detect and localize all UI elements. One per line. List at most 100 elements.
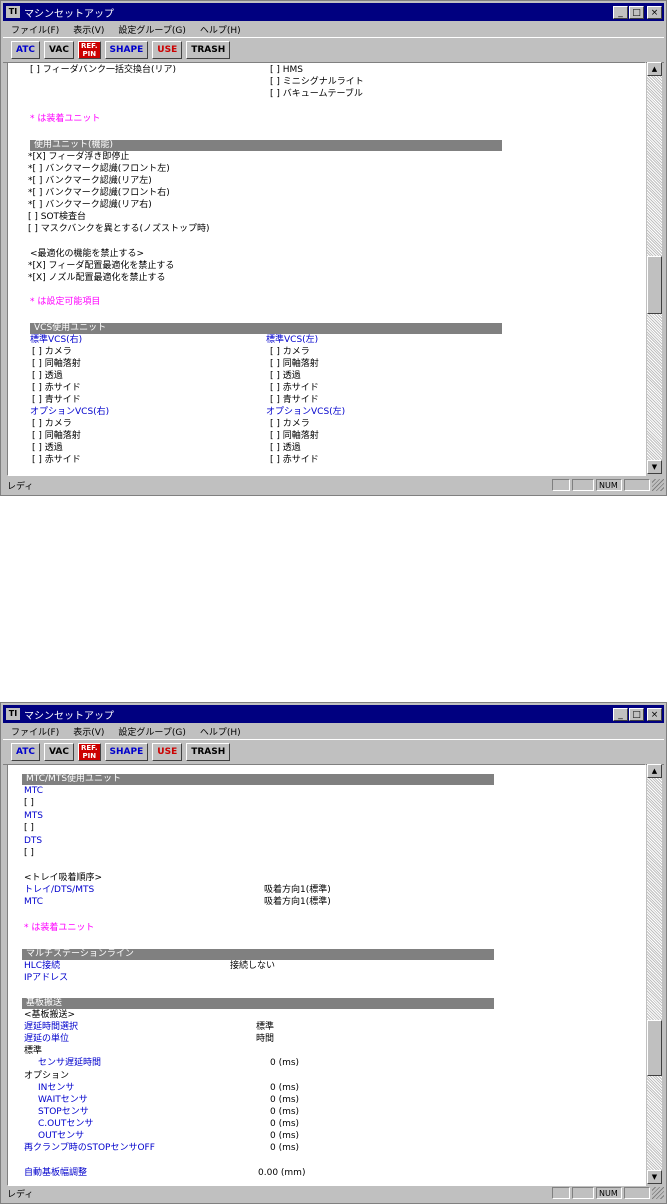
refpin-button[interactable]: REF. PIN — [77, 743, 101, 761]
vcs-r-blue-side[interactable]: [ ] 青サイド — [32, 395, 81, 406]
title-bar[interactable]: TI マシンセットアップ _ □ × — [3, 705, 664, 723]
close-button[interactable]: × — [647, 707, 662, 721]
cout-sensor-value[interactable]: 0 (ms) — [270, 1119, 299, 1130]
vacuum-table-checkbox[interactable]: [ ] バキュームテーブル — [270, 89, 363, 100]
func-item-1[interactable]: *[X] フィーダ浮き即停止 — [28, 152, 129, 163]
minimize-button[interactable]: _ — [613, 707, 628, 721]
use-button[interactable]: USE — [152, 743, 183, 761]
opt-item-2[interactable]: *[X] ノズル配置最適化を禁止する — [28, 273, 166, 284]
shape-button[interactable]: SHAPE — [104, 743, 149, 761]
tray-dts-mts-value[interactable]: 吸着方向1(標準) — [264, 885, 331, 896]
hlc-connection-value[interactable]: 接続しない — [230, 961, 275, 972]
menu-file[interactable]: ファイル(F) — [11, 725, 59, 738]
vcs-opt-l-camera[interactable]: [ ] カメラ — [270, 419, 310, 430]
refpin-label-1: REF. — [80, 42, 98, 50]
menu-view[interactable]: 表示(V) — [73, 23, 104, 36]
vcs-r-camera[interactable]: [ ] カメラ — [32, 347, 72, 358]
shape-button[interactable]: SHAPE — [104, 41, 149, 59]
app-icon: TI — [6, 6, 20, 18]
maximize-button[interactable]: □ — [629, 707, 644, 721]
scroll-thumb[interactable] — [647, 1020, 662, 1076]
vcs-opt-l-transmit[interactable]: [ ] 透過 — [270, 443, 301, 454]
reclamp-stop-sensor-value[interactable]: 0 (ms) — [270, 1143, 299, 1154]
mts-checkbox[interactable]: [ ] — [24, 823, 34, 834]
hms-checkbox[interactable]: [ ] HMS — [270, 65, 303, 76]
menu-help[interactable]: ヘルプ(H) — [200, 23, 241, 36]
func-item-6[interactable]: [ ] SOT検査台 — [28, 212, 86, 223]
close-button[interactable]: × — [647, 5, 662, 19]
menu-view[interactable]: 表示(V) — [73, 725, 104, 738]
func-item-7[interactable]: [ ] マスクバンクを異とする(ノズストップ時) — [28, 224, 210, 235]
vcs-opt-r-red-side[interactable]: [ ] 赤サイド — [32, 455, 81, 466]
vcs-l-camera[interactable]: [ ] カメラ — [270, 347, 310, 358]
vcs-l-red-side[interactable]: [ ] 赤サイド — [270, 383, 319, 394]
maximize-button[interactable]: □ — [629, 5, 644, 19]
scroll-down-arrow-icon[interactable]: ▼ — [647, 460, 662, 474]
vcs-l-blue-side[interactable]: [ ] 青サイド — [270, 395, 319, 406]
delay-unit-value[interactable]: 時間 — [256, 1034, 274, 1045]
scroll-up-arrow-icon[interactable]: ▲ — [647, 764, 662, 778]
out-sensor-value[interactable]: 0 (ms) — [270, 1131, 299, 1142]
setup-content-pane[interactable]: [ ] フィーダバンク一括交換台(リア) [ ] HMS [ ] ミニシグナルラ… — [7, 62, 646, 476]
status-panel-4 — [624, 1187, 650, 1199]
stop-sensor-value[interactable]: 0 (ms) — [270, 1107, 299, 1118]
configurable-item-note: * は設定可能項目 — [30, 297, 101, 307]
vcs-opt-r-coaxial[interactable]: [ ] 同軸落射 — [32, 431, 81, 442]
feeder-bank-rear[interactable]: [ ] フィーダバンク一括交換台(リア) — [30, 65, 176, 76]
dts-checkbox[interactable]: [ ] — [24, 848, 34, 859]
status-panel-1 — [552, 479, 570, 491]
option-label: オプション — [24, 1071, 70, 1081]
atc-button[interactable]: ATC — [11, 41, 41, 59]
scroll-down-arrow-icon[interactable]: ▼ — [647, 1170, 662, 1184]
sensor-delay-value[interactable]: 0 (ms) — [270, 1058, 299, 1069]
setup-content-pane[interactable]: MTC/MTS使用ユニット MTC [ ] MTS [ ] DTS [ ] <ト… — [7, 764, 646, 1186]
menu-settings-group[interactable]: 設定グループ(G) — [118, 725, 185, 738]
refpin-button[interactable]: REF. PIN — [77, 41, 101, 59]
trash-button[interactable]: TRASH — [186, 41, 231, 59]
vcs-r-transmit[interactable]: [ ] 透過 — [32, 371, 63, 382]
vac-button[interactable]: VAC — [44, 41, 74, 59]
title-bar[interactable]: TI マシンセットアップ _ □ × — [3, 3, 664, 21]
menu-file[interactable]: ファイル(F) — [11, 23, 59, 36]
wait-sensor-label: WAITセンサ — [38, 1095, 88, 1105]
tray-mtc-value[interactable]: 吸着方向1(標準) — [264, 897, 331, 908]
vcs-opt-l-coaxial[interactable]: [ ] 同軸落射 — [270, 431, 319, 442]
resize-grip-icon[interactable] — [652, 1187, 664, 1199]
mini-signal-light-checkbox[interactable]: [ ] ミニシグナルライト — [270, 77, 364, 88]
vcs-opt-r-camera[interactable]: [ ] カメラ — [32, 419, 72, 430]
vcs-l-transmit[interactable]: [ ] 透過 — [270, 371, 301, 382]
trash-button[interactable]: TRASH — [186, 743, 231, 761]
vcs-opt-l-red-side[interactable]: [ ] 赤サイド — [270, 455, 319, 466]
status-num: NUM — [596, 1187, 622, 1199]
func-item-5[interactable]: *[ ] バンクマーク認識(リア右) — [28, 200, 152, 211]
vcs-r-coaxial[interactable]: [ ] 同軸落射 — [32, 359, 81, 370]
mtc-label: MTC — [24, 786, 44, 796]
scroll-up-arrow-icon[interactable]: ▲ — [647, 62, 662, 76]
func-item-3[interactable]: *[ ] バンクマーク認識(リア左) — [28, 176, 152, 187]
delay-select-value[interactable]: 標準 — [256, 1022, 274, 1033]
use-button[interactable]: USE — [152, 41, 183, 59]
wait-sensor-value[interactable]: 0 (ms) — [270, 1095, 299, 1106]
func-item-4[interactable]: *[ ] バンクマーク認識(フロント右) — [28, 188, 170, 199]
menu-help[interactable]: ヘルプ(H) — [200, 725, 241, 738]
section-vcs-units: VCS使用ユニット — [30, 323, 502, 334]
vertical-scrollbar[interactable]: ▲ ▼ — [647, 62, 662, 474]
auto-board-width-value[interactable]: 0.00 (mm) — [258, 1168, 305, 1179]
vcs-opt-r-transmit[interactable]: [ ] 透過 — [32, 443, 63, 454]
func-item-2[interactable]: *[ ] バンクマーク認識(フロント左) — [28, 164, 170, 175]
opt-item-1[interactable]: *[X] フィーダ配置最適化を禁止する — [28, 261, 174, 272]
in-sensor-value[interactable]: 0 (ms) — [270, 1083, 299, 1094]
minimize-button[interactable]: _ — [613, 5, 628, 19]
mtc-checkbox[interactable]: [ ] — [24, 798, 34, 809]
scroll-thumb[interactable] — [647, 256, 662, 314]
section-board-transport: 基板搬送 — [22, 998, 494, 1009]
atc-button[interactable]: ATC — [11, 743, 41, 761]
vac-button[interactable]: VAC — [44, 743, 74, 761]
vertical-scrollbar[interactable]: ▲ ▼ — [647, 764, 662, 1184]
resize-grip-icon[interactable] — [652, 479, 664, 491]
vcs-r-red-side[interactable]: [ ] 赤サイド — [32, 383, 81, 394]
stop-sensor-label: STOPセンサ — [38, 1107, 89, 1117]
vcs-l-coaxial[interactable]: [ ] 同軸落射 — [270, 359, 319, 370]
menu-settings-group[interactable]: 設定グループ(G) — [118, 23, 185, 36]
window-title: マシンセットアップ — [24, 8, 114, 20]
